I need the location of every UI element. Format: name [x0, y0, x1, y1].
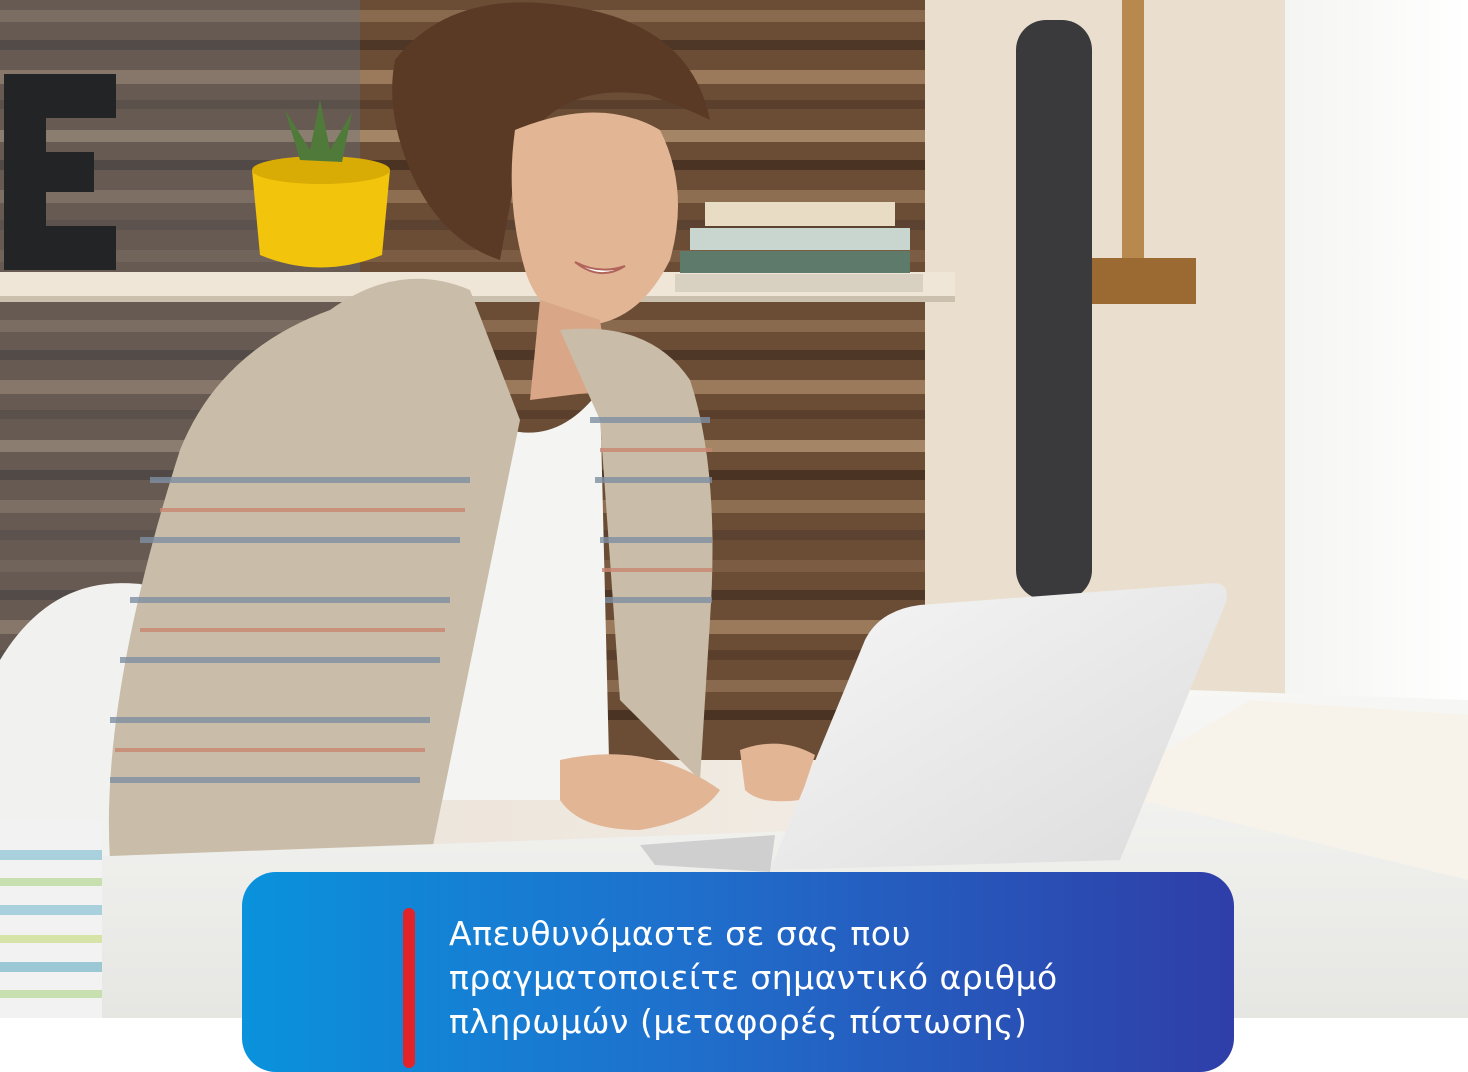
hero-image: [0, 0, 1468, 1018]
mug: [0, 820, 102, 1018]
poster-tube: [1016, 20, 1092, 600]
card-text: Απευθυνόμαστε σε σας που πραγματοποιείτε…: [449, 914, 1058, 1041]
accent-bar: [403, 908, 415, 1068]
info-card: Απευθυνόμαστε σε σας που πραγματοποιείτε…: [242, 872, 1234, 1072]
hero-photo-illustration: [0, 0, 1468, 1018]
window-light: [1280, 0, 1468, 720]
book-stack: [675, 202, 923, 292]
